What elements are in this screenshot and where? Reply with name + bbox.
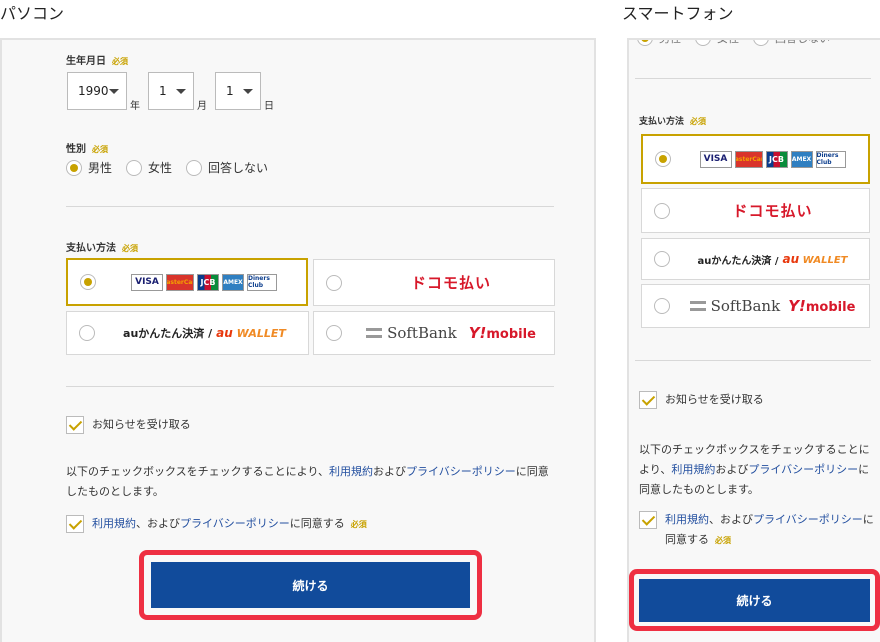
jcb-logo: JCB	[765, 150, 788, 168]
amex-logo: AMEX	[222, 273, 244, 291]
payment-option-softbank[interactable]: SoftBank Y!mobile	[313, 311, 555, 355]
mastercard-logo: MasterCard	[734, 150, 763, 168]
gender-option-label: 回答しない	[208, 161, 269, 175]
mastercard-logo: MasterCard	[166, 273, 194, 291]
terms-link[interactable]: 利用規約	[92, 517, 136, 530]
required-badge: 必須	[122, 244, 138, 253]
pc-form-frame: 生年月日 必須 1990 年 1 月 1 日 性別 必須 男性 女性 回答しない 支…	[0, 38, 596, 642]
continue-button[interactable]: 続ける	[151, 562, 470, 608]
birth-month-select[interactable]: 1	[148, 72, 194, 110]
gender-option-label: 男性	[88, 161, 113, 175]
divider	[635, 360, 871, 361]
divider	[635, 78, 871, 79]
birth-day-select[interactable]: 1	[215, 72, 261, 110]
sp-consent-notice: 以下のチェックボックスをチェックすることにより、利用規約およびプライバシーポリシ…	[639, 443, 870, 496]
gender-radio-female[interactable]	[695, 40, 711, 46]
sp-payment-option-credit-card[interactable]: VISA MasterCard JCB AMEX Diners Club	[641, 134, 870, 184]
sp-payment-option-au[interactable]: auかんたん決済 / au WALLET	[641, 238, 870, 280]
sp-gender-radio-group: 男性 女性 回答しない	[637, 38, 844, 46]
payment-radio[interactable]	[80, 274, 96, 290]
payment-radio[interactable]	[654, 251, 670, 267]
payment-radio[interactable]	[655, 151, 671, 167]
required-badge: 必須	[112, 57, 128, 66]
gender-radio-female[interactable]	[126, 159, 143, 176]
sp-form-frame: 男性 女性 回答しない 支払い方法必須 VISA MasterCard JCB …	[627, 38, 880, 642]
gender-label: 性別 必須	[66, 144, 108, 155]
chevron-down-icon	[176, 89, 186, 94]
privacy-policy-link[interactable]: プライバシーポリシー	[748, 463, 858, 476]
month-unit: 月	[197, 101, 207, 112]
gender-radio-no-answer[interactable]	[186, 159, 203, 176]
birth-year-select[interactable]: 1990	[67, 72, 127, 110]
year-unit: 年	[130, 101, 140, 112]
gender-radio-male[interactable]	[637, 40, 653, 46]
sp-payment-option-docomo[interactable]: ドコモ払い	[641, 188, 870, 233]
newsletter-label: お知らせを受け取る	[665, 393, 764, 406]
divider	[66, 206, 554, 207]
payment-radio[interactable]	[326, 325, 342, 341]
gender-radio-male[interactable]	[66, 159, 82, 176]
gender-option-label: 男性	[659, 38, 681, 45]
required-badge: 必須	[690, 117, 707, 126]
terms-link[interactable]: 利用規約	[671, 463, 715, 476]
gender-radio-no-answer[interactable]	[753, 40, 769, 46]
sp-payment-label: 支払い方法 必須	[639, 117, 707, 127]
day-unit: 日	[264, 101, 274, 112]
gender-radio-group: 男性 女性 回答しない	[66, 159, 282, 176]
terms-link[interactable]: 利用規約	[329, 465, 373, 478]
docomo-logo: ドコモ払い	[410, 274, 491, 292]
gender-option-label: 回答しない	[775, 38, 830, 45]
diners-logo: Diners Club	[815, 150, 846, 168]
agree-checkbox[interactable]	[639, 511, 657, 529]
visa-logo: VISA	[699, 150, 732, 168]
privacy-policy-link[interactable]: プライバシーポリシー	[406, 465, 516, 478]
birthdate-label: 生年月日 必須	[66, 56, 128, 67]
au-payment-logo: auかんたん決済 / au WALLET	[697, 252, 848, 267]
privacy-policy-link[interactable]: プライバシーポリシー	[180, 517, 290, 530]
divider	[66, 386, 554, 387]
agree-checkbox[interactable]	[66, 515, 84, 533]
gender-option-label: 女性	[148, 161, 173, 175]
payment-option-credit-card[interactable]: VISA MasterCard JCB AMEX Diners Club	[66, 258, 308, 306]
payment-radio[interactable]	[654, 202, 670, 219]
newsletter-checkbox[interactable]	[66, 416, 84, 434]
pc-section-title: パソコン	[0, 4, 65, 23]
agree-checkbox-row[interactable]: 利用規約、およびプライバシーポリシーに同意する 必須	[66, 514, 367, 535]
payment-option-docomo[interactable]: ドコモ払い	[313, 259, 555, 306]
sp-section-title: スマートフォン	[622, 4, 734, 23]
softbank-icon	[689, 301, 706, 311]
newsletter-label: お知らせを受け取る	[92, 418, 191, 431]
amex-logo: AMEX	[790, 150, 813, 168]
newsletter-checkbox-row[interactable]: お知らせを受け取る	[66, 415, 191, 435]
card-brand-logos: VISA MasterCard JCB AMEX Diners Club	[699, 150, 846, 168]
visa-logo: VISA	[131, 273, 163, 291]
softbank-ymobile-logo: SoftBank Y!mobile	[366, 324, 536, 342]
newsletter-checkbox[interactable]	[639, 391, 657, 409]
jcb-logo: JCB	[197, 273, 219, 291]
diners-logo: Diners Club	[247, 273, 277, 291]
payment-option-au[interactable]: auかんたん決済 / au WALLET	[66, 311, 309, 355]
terms-link[interactable]: 利用規約	[665, 513, 709, 526]
softbank-ymobile-logo: SoftBank Y!mobile	[689, 297, 855, 315]
privacy-policy-link[interactable]: プライバシーポリシー	[753, 513, 863, 526]
required-badge: 必須	[92, 145, 108, 154]
sp-newsletter-checkbox-row[interactable]: お知らせを受け取る	[639, 390, 764, 410]
payment-radio[interactable]	[326, 274, 342, 291]
chevron-down-icon	[243, 89, 253, 94]
payment-label: 支払い方法 必須	[66, 243, 138, 254]
sp-continue-button[interactable]: 続ける	[639, 579, 870, 622]
payment-radio[interactable]	[79, 325, 95, 341]
chevron-down-icon	[109, 89, 119, 94]
payment-radio[interactable]	[654, 298, 670, 314]
gender-option-label: 女性	[717, 38, 739, 45]
card-brand-logos: VISA MasterCard JCB AMEX Diners Club	[131, 273, 277, 291]
required-badge: 必須	[350, 520, 367, 529]
sp-agree-checkbox-row[interactable]: 利用規約、およびプライバシーポリシーに同意する 必須	[639, 510, 875, 551]
docomo-logo: ドコモ払い	[732, 202, 813, 220]
softbank-icon	[366, 328, 383, 338]
sp-payment-option-softbank[interactable]: SoftBank Y!mobile	[641, 284, 870, 328]
required-badge: 必須	[715, 536, 731, 545]
au-payment-logo: auかんたん決済 / au WALLET	[123, 326, 286, 340]
consent-notice: 以下のチェックボックスをチェックすることにより、利用規約およびプライバシーポリシ…	[66, 465, 549, 498]
